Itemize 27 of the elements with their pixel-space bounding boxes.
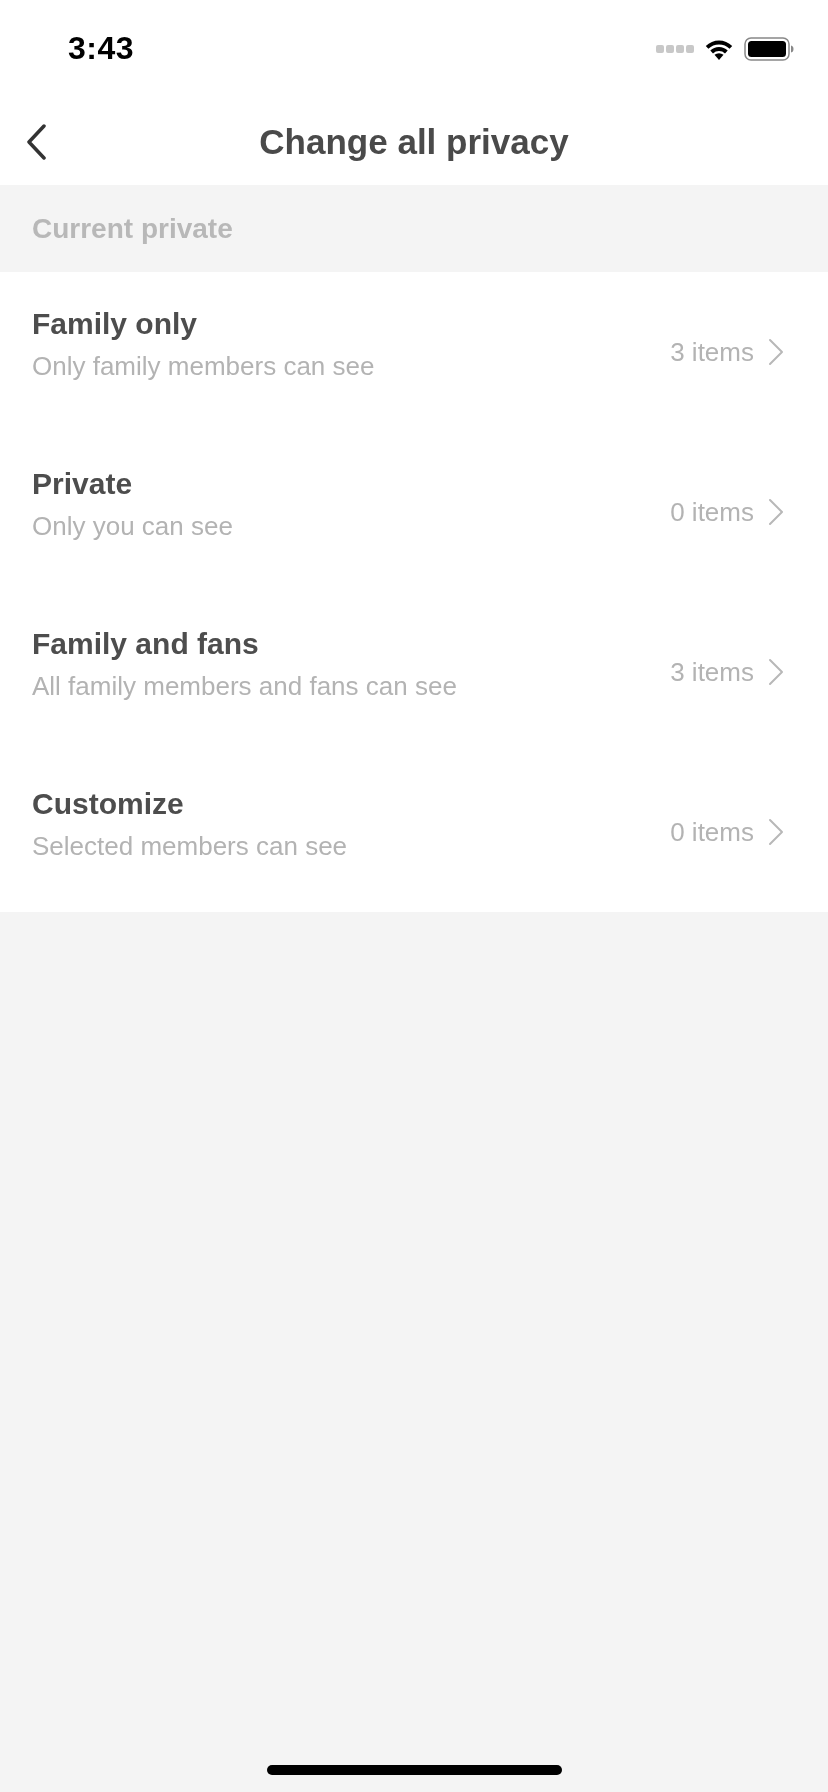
page-title: Change all privacy bbox=[259, 121, 569, 162]
battery-icon bbox=[744, 37, 794, 61]
wifi-icon bbox=[704, 38, 734, 60]
option-title: Family and fans bbox=[32, 626, 260, 661]
option-description: All family members and fans can see bbox=[32, 670, 457, 702]
option-description: Selected members can see bbox=[32, 830, 348, 862]
option-title: Private bbox=[32, 466, 134, 501]
item-count: 0 items bbox=[670, 816, 754, 848]
back-chevron-icon bbox=[26, 123, 46, 160]
signal-dots-icon bbox=[656, 45, 694, 53]
privacy-option-row[interactable]: Family only Only family members can see 3 items bbox=[0, 272, 828, 432]
chevron-right-icon bbox=[768, 338, 784, 366]
option-title: Family only bbox=[32, 306, 199, 341]
item-count: 3 items bbox=[670, 336, 754, 368]
privacy-option-row[interactable]: Private Only you can see 0 items bbox=[0, 432, 828, 592]
option-description: Only you can see bbox=[32, 510, 233, 542]
chevron-right-icon bbox=[768, 658, 784, 686]
section-title: Current private bbox=[32, 212, 233, 245]
option-description: Only family members can see bbox=[32, 350, 375, 382]
status-time: 3:43 bbox=[68, 29, 135, 67]
chevron-right-icon bbox=[768, 818, 784, 846]
privacy-option-row[interactable]: Customize Selected members can see 0 items bbox=[0, 752, 828, 912]
item-count: 0 items bbox=[670, 496, 754, 528]
option-title: Customize bbox=[32, 786, 185, 821]
privacy-option-row[interactable]: Family and fans All family members and fans can see 3 items bbox=[0, 592, 828, 752]
item-count: 3 items bbox=[670, 656, 754, 688]
chevron-right-icon bbox=[768, 498, 784, 526]
